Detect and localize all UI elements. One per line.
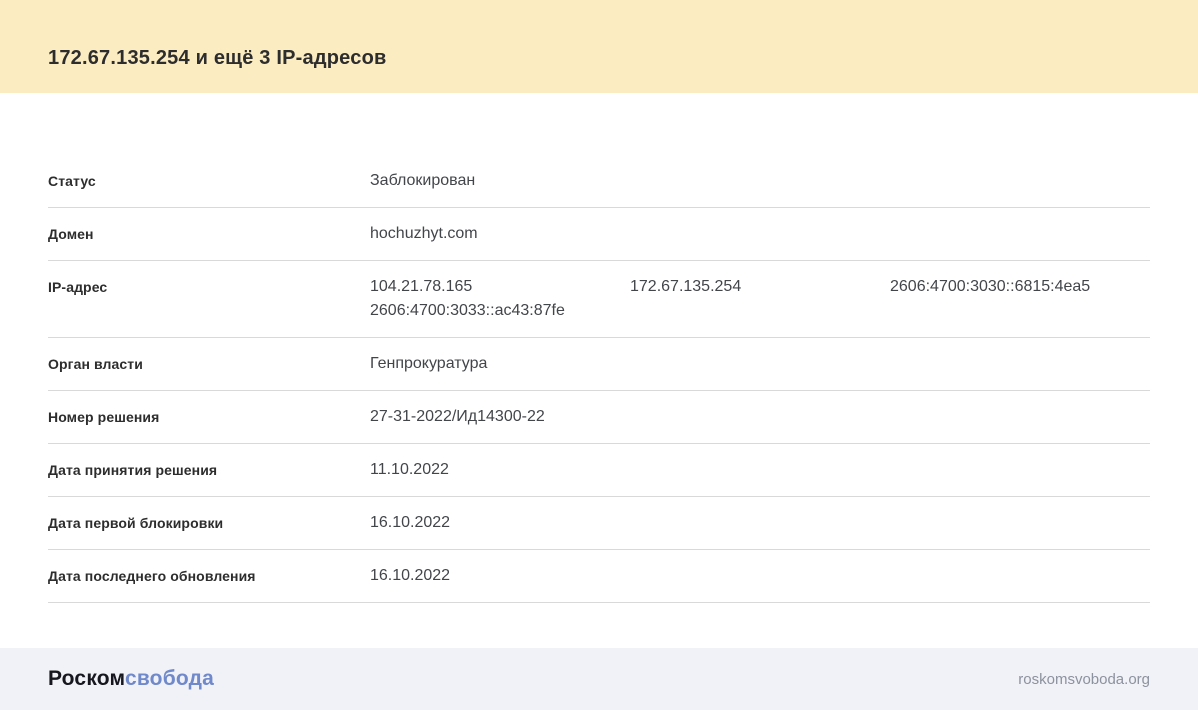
row-label: Номер решения xyxy=(48,409,160,425)
page-footer: Роскомсвобода roskomsvoboda.org xyxy=(0,648,1198,710)
row-label: Дата первой блокировки xyxy=(48,515,224,531)
site-url-label: roskomsvoboda.org xyxy=(1018,670,1150,688)
row-label: Статус xyxy=(48,173,96,189)
ip-address-value: 2606:4700:3033::ac43:87fe xyxy=(370,302,565,319)
authority-value: Генпрокуратура xyxy=(370,355,488,372)
table-row-decision-number: Номер решения 27-31-2022/Ид14300-22 xyxy=(48,391,1150,444)
table-row-last-update-date: Дата последнего обновления 16.10.2022 xyxy=(48,550,1150,603)
table-row-authority: Орган власти Генпрокуратура xyxy=(48,338,1150,391)
first-block-date-value: 16.10.2022 xyxy=(370,514,451,531)
row-label: Домен xyxy=(48,226,94,242)
table-row-status: Статус Заблокирован xyxy=(48,155,1150,208)
ip-address-value: 104.21.78.165 xyxy=(370,278,473,295)
row-label: IP-адрес xyxy=(48,279,108,295)
row-label: Дата принятия решения xyxy=(48,462,218,478)
logo-text-blue: свобода xyxy=(124,667,215,690)
table-row-first-block-date: Дата первой блокировки 16.10.2022 xyxy=(48,497,1150,550)
row-label: Орган власти xyxy=(48,356,143,372)
blocking-info-table: Статус Заблокирован Домен hochuzhyt.com … xyxy=(48,155,1150,603)
ip-address-value: 172.67.135.254 xyxy=(630,278,742,295)
table-row-domain: Домен hochuzhyt.com xyxy=(48,208,1150,261)
ip-address-cell: 2606:4700:3030::6815:4ea5 xyxy=(890,275,1150,323)
page-header: 172.67.135.254 и ещё 3 IP-адресов xyxy=(0,0,1198,93)
ip-address-value: 2606:4700:3030::6815:4ea5 xyxy=(890,278,1091,295)
ip-address-cell: 104.21.78.165 2606:4700:3033::ac43:87fe xyxy=(370,275,630,323)
page-title: 172.67.135.254 и ещё 3 IP-адресов xyxy=(48,47,387,69)
ip-address-cell: 172.67.135.254 xyxy=(630,275,890,323)
last-update-date-value: 16.10.2022 xyxy=(370,567,451,584)
decision-number-value: 27-31-2022/Ид14300-22 xyxy=(370,408,545,425)
table-row-ip-addresses: IP-адрес 104.21.78.165 2606:4700:3033::a… xyxy=(48,261,1150,338)
roskomsvoboda-logo[interactable]: Роскомсвобода xyxy=(48,667,214,691)
table-row-decision-date: Дата принятия решения 11.10.2022 xyxy=(48,444,1150,497)
logo-text-dark: Роском xyxy=(48,667,125,690)
row-label: Дата последнего обновления xyxy=(48,568,256,584)
main-content: Статус Заблокирован Домен hochuzhyt.com … xyxy=(0,93,1198,648)
domain-value: hochuzhyt.com xyxy=(370,225,478,242)
decision-date-value: 11.10.2022 xyxy=(370,461,449,478)
status-value: Заблокирован xyxy=(370,172,476,189)
page: 172.67.135.254 и ещё 3 IP-адресов Статус… xyxy=(0,0,1198,710)
